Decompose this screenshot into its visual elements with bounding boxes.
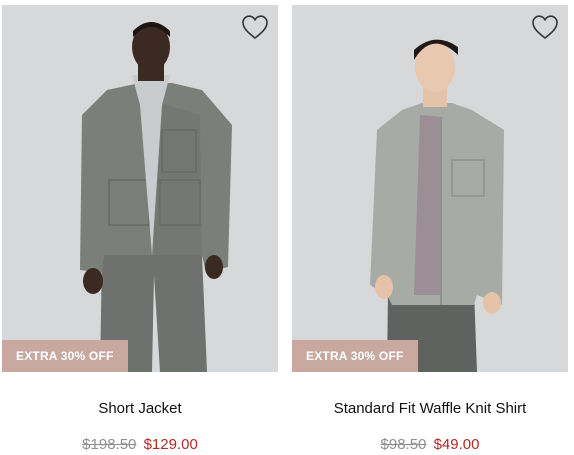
product-grid: EXTRA 30% OFF Short Jacket $198.50 $129.… <box>0 0 574 455</box>
wishlist-heart-icon[interactable] <box>240 13 270 41</box>
product-price: $198.50 $129.00 <box>2 436 278 453</box>
product-name[interactable]: Standard Fit Waffle Knit Shirt <box>292 400 568 417</box>
model-photo-shirt <box>292 5 568 372</box>
discount-badge: EXTRA 30% OFF <box>292 340 418 372</box>
product-card[interactable]: EXTRA 30% OFF Short Jacket $198.50 $129.… <box>2 0 278 455</box>
product-image[interactable]: EXTRA 30% OFF <box>2 5 278 372</box>
original-price: $98.50 <box>380 436 427 453</box>
original-price: $198.50 <box>82 436 137 453</box>
wishlist-heart-icon[interactable] <box>530 13 560 41</box>
discount-badge: EXTRA 30% OFF <box>2 340 128 372</box>
product-name[interactable]: Short Jacket <box>2 400 278 417</box>
sale-price: $129.00 <box>143 436 198 453</box>
product-price: $98.50 $49.00 <box>292 436 568 453</box>
model-photo-jacket <box>2 5 278 372</box>
product-image[interactable]: EXTRA 30% OFF <box>292 5 568 372</box>
sale-price: $49.00 <box>433 436 480 453</box>
product-card[interactable]: EXTRA 30% OFF Standard Fit Waffle Knit S… <box>292 0 568 455</box>
